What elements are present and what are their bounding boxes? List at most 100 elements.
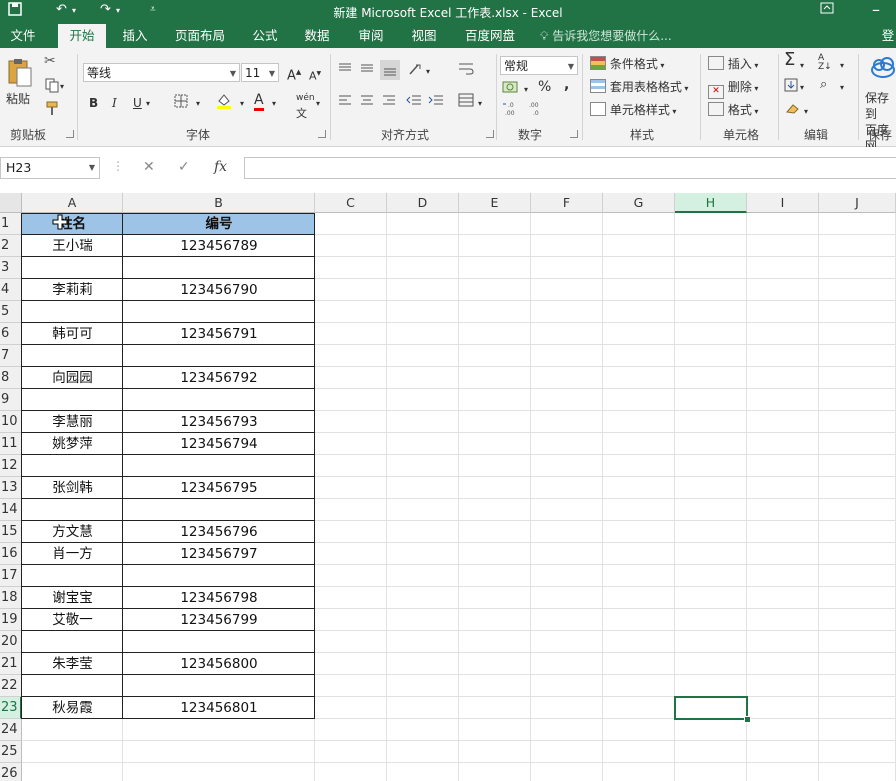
table-cell[interactable]: 方文慧 [22,521,123,543]
table-cell[interactable] [22,631,123,653]
paste-button[interactable]: 粘贴 [6,91,30,107]
table-cell[interactable]: 123456796 [123,521,315,543]
align-bottom-icon[interactable] [380,60,400,80]
row-header-15[interactable]: 15 [0,521,22,543]
row-header-19[interactable]: 19 [0,609,22,631]
font-launcher-icon[interactable] [318,130,326,138]
underline-button[interactable]: U [133,95,142,111]
cancel-edit-icon[interactable]: ✕ [143,159,155,175]
row-header-17[interactable]: 17 [0,565,22,587]
row-header-12[interactable]: 12 [0,455,22,477]
row-header-2[interactable]: 2 [0,235,22,257]
autosum-icon[interactable]: Σ [784,51,795,69]
row-header-22[interactable]: 22 [0,675,22,697]
row-header-21[interactable]: 21 [0,653,22,675]
name-box[interactable]: H23 ▼ [0,157,100,179]
tab-insert[interactable]: 插入 [112,24,158,48]
column-header-c[interactable]: C [315,193,387,213]
table-cell[interactable]: 123456801 [123,697,315,719]
cell-styles-button[interactable]: 单元格样式 ▾ [590,102,676,120]
insert-cells-button[interactable]: 插入 ▾ [708,56,758,74]
wrap-text-icon[interactable] [458,62,474,80]
table-header-cell[interactable]: 编号 [123,213,315,235]
table-cell[interactable] [22,675,123,697]
tab-file[interactable]: 文件 [0,24,46,48]
shrink-font-button[interactable]: A▼ [309,66,321,85]
font-size-select[interactable]: 11 ▼ [241,63,279,82]
fill-color-icon[interactable] [216,92,232,114]
tab-formulas[interactable]: 公式 [244,24,286,48]
row-header-14[interactable]: 14 [0,499,22,521]
column-header-h[interactable]: H [675,193,747,213]
save-to-baidu-button[interactable]: 保存到 百度网 [865,90,896,154]
column-header-a[interactable]: A [22,193,123,213]
table-cell[interactable] [123,455,315,477]
baidu-cloud-icon[interactable] [870,56,896,82]
increase-indent-icon[interactable] [428,94,444,110]
conditional-format-button[interactable]: 条件格式 ▾ [590,56,664,74]
copy-icon[interactable] [44,77,60,97]
font-color-dropdown-icon[interactable]: ▾ [272,96,276,112]
row-header-25[interactable]: 25 [0,741,22,763]
delete-cells-button[interactable]: ✕ 删除 ▾ [708,79,758,99]
number-format-select[interactable]: 常规 ▼ [500,56,578,75]
confirm-edit-icon[interactable]: ✓ [178,159,190,175]
align-right-icon[interactable] [382,94,396,110]
fill-icon[interactable] [784,78,798,96]
sort-filter-dropdown-icon[interactable]: ▾ [840,58,844,74]
table-cell[interactable] [123,389,315,411]
tell-me-box[interactable]: 💡︎ 告诉我您想要做什么... [540,24,672,48]
phonetic-dropdown-icon[interactable]: ▾ [316,96,320,112]
table-cell[interactable]: 谢宝宝 [22,587,123,609]
column-header-e[interactable]: E [459,193,531,213]
minimize-icon[interactable]: – [872,0,880,19]
select-all-corner[interactable] [0,193,22,213]
font-name-select[interactable]: 等线 ▼ [83,63,240,82]
insert-function-button[interactable]: fx [214,159,227,175]
tab-page-layout[interactable]: 页面布局 [168,24,232,48]
row-header-1[interactable]: 1 [0,213,22,235]
row-header-20[interactable]: 20 [0,631,22,653]
fill-color-dropdown-icon[interactable]: ▾ [240,96,244,112]
format-cells-button[interactable]: 格式 ▾ [708,102,758,120]
column-header-b[interactable]: B [123,193,315,213]
table-cell[interactable]: 123456792 [123,367,315,389]
copy-dropdown-icon[interactable]: ▾ [60,79,64,95]
table-cell[interactable] [123,301,315,323]
ribbon-display-icon[interactable] [820,2,834,18]
table-cell[interactable]: 张剑韩 [22,477,123,499]
tab-review[interactable]: 审阅 [349,24,393,48]
table-cell[interactable] [22,345,123,367]
table-cell[interactable] [123,675,315,697]
table-cell[interactable]: 123456790 [123,279,315,301]
formula-input[interactable] [244,157,896,179]
table-cell[interactable] [123,499,315,521]
table-cell[interactable]: 姚梦萍 [22,433,123,455]
column-header-i[interactable]: I [747,193,819,213]
clear-icon[interactable] [784,102,800,118]
row-header-18[interactable]: 18 [0,587,22,609]
row-header-11[interactable]: 11 [0,433,22,455]
align-middle-icon[interactable] [360,62,374,78]
decrease-decimal-icon[interactable]: .00.0 [526,100,546,120]
decrease-indent-icon[interactable] [406,94,422,110]
row-header-26[interactable]: 26 [0,763,22,781]
active-cell-selection[interactable] [674,696,748,720]
find-dropdown-icon[interactable]: ▾ [840,80,844,96]
table-cell[interactable]: 123456797 [123,543,315,565]
row-header-24[interactable]: 24 [0,719,22,741]
underline-dropdown-icon[interactable]: ▾ [146,96,150,112]
login-link[interactable]: 登 [880,24,896,48]
table-cell[interactable]: 123456793 [123,411,315,433]
row-header-23[interactable]: 23 [0,697,22,719]
fill-handle[interactable] [744,716,751,723]
table-cell[interactable]: 朱李莹 [22,653,123,675]
row-header-16[interactable]: 16 [0,543,22,565]
autosum-dropdown-icon[interactable]: ▾ [800,58,804,74]
row-header-4[interactable]: 4 [0,279,22,301]
merge-dropdown-icon[interactable]: ▾ [478,96,482,112]
tab-home[interactable]: 开始 [58,24,106,50]
tab-view[interactable]: 视图 [402,24,446,48]
sort-filter-icon[interactable]: A Z↓ [818,54,832,72]
row-header-5[interactable]: 5 [0,301,22,323]
